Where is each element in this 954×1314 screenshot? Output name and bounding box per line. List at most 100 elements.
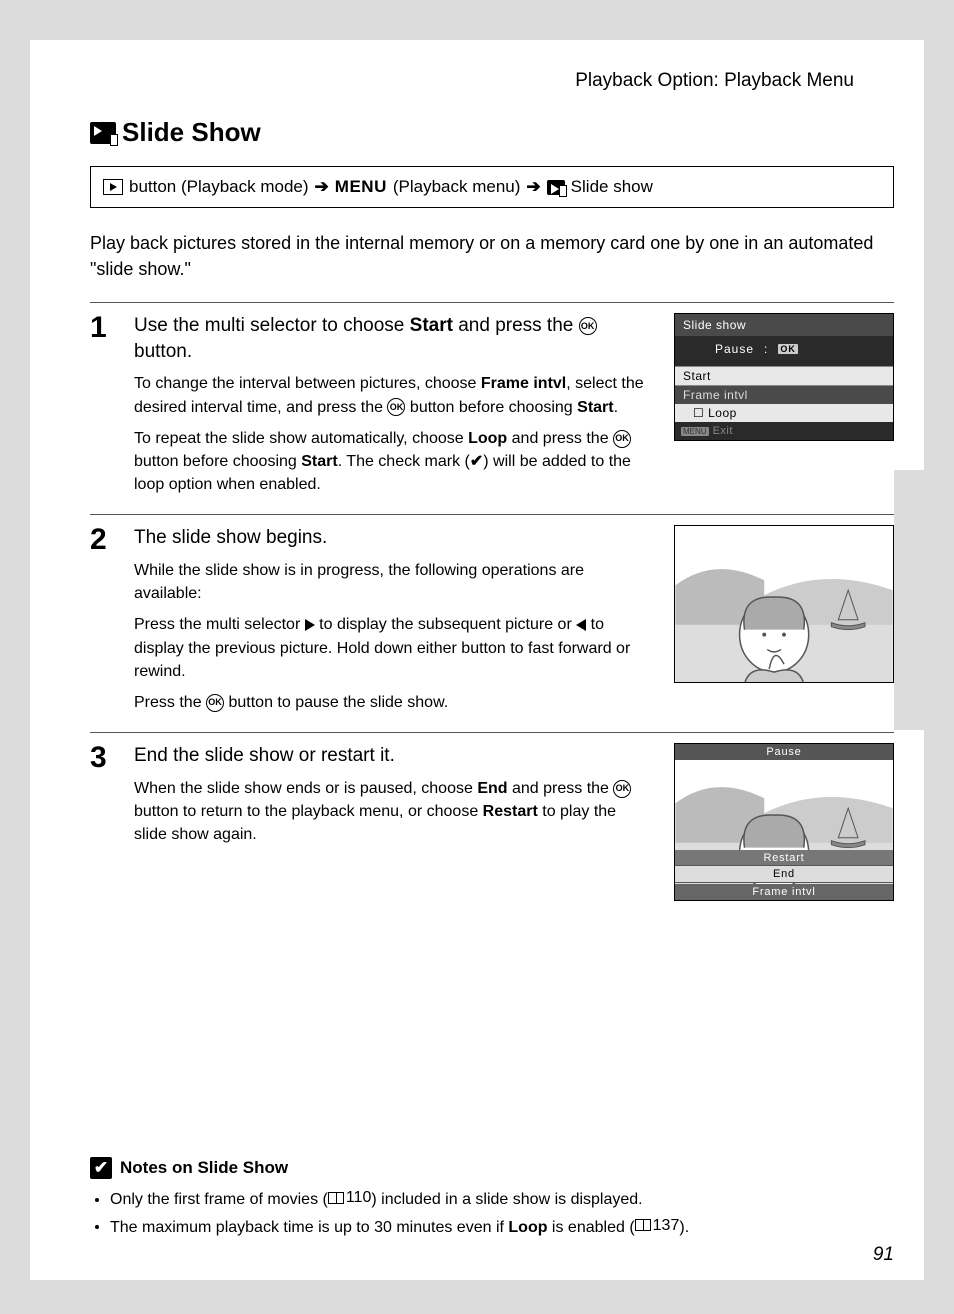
notes-heading: ✔ Notes on Slide Show xyxy=(90,1157,854,1179)
lcd-loop-label: Loop xyxy=(708,406,737,420)
menu-label: MENU xyxy=(335,177,387,197)
text: button to pause the slide show. xyxy=(224,694,448,711)
section-header: Playback Option: Playback Menu xyxy=(90,70,894,92)
separator xyxy=(90,302,894,303)
text: ) included in a slide show is displayed. xyxy=(371,1191,642,1208)
ok-button-icon: OK xyxy=(206,694,224,712)
arrow-icon: ➔ xyxy=(526,177,540,197)
left-arrow-icon xyxy=(576,619,586,631)
text: . xyxy=(614,399,618,416)
lcd-restart-row: Restart xyxy=(675,850,893,866)
breadcrumb-part3: Slide show xyxy=(571,177,653,197)
text: button to return to the playback menu, o… xyxy=(134,803,483,820)
step-1: 1 Use the multi selector to choose Start… xyxy=(90,313,894,504)
arrow-icon: ➔ xyxy=(315,177,329,197)
page-ref: 110 xyxy=(328,1185,372,1211)
intro-text: Play back pictures stored in the interna… xyxy=(90,230,894,282)
ok-button-icon: OK xyxy=(613,780,631,798)
notes-section: ✔ Notes on Slide Show Only the first fra… xyxy=(90,1157,854,1240)
lcd-end-row: End xyxy=(675,865,893,883)
ref-number: 110 xyxy=(346,1185,372,1211)
lcd-pause-label: Pause xyxy=(715,342,754,356)
text: button. xyxy=(134,341,192,362)
step-heading: Use the multi selector to choose Start a… xyxy=(134,313,648,364)
illustration-slideshow xyxy=(674,525,894,683)
text-bold: Start xyxy=(577,399,613,416)
text: button before choosing xyxy=(405,399,577,416)
lcd-frame-intvl-row: Frame intvl xyxy=(675,884,893,900)
text: To repeat the slide show automatically, … xyxy=(134,430,468,447)
text: To change the interval between pictures,… xyxy=(134,375,481,392)
text-bold: Frame intvl xyxy=(481,375,566,392)
side-tab xyxy=(894,470,924,730)
page-title: Slide Show xyxy=(90,117,894,148)
step-paragraph: To repeat the slide show automatically, … xyxy=(134,427,648,497)
step-paragraph: Press the multi selector to display the … xyxy=(134,613,648,683)
step-3: 3 End the slide show or restart it. When… xyxy=(90,743,894,901)
step-heading: End the slide show or restart it. xyxy=(134,743,648,769)
ok-chip-icon: OK xyxy=(778,344,798,354)
text: and press the xyxy=(507,430,613,447)
text: The maximum playback time is up to 30 mi… xyxy=(110,1218,508,1235)
page-number: 91 xyxy=(873,1244,894,1266)
lcd-row-start: Start xyxy=(675,366,893,386)
illustration-pause-menu: Pause Restart End Frame intvl xyxy=(674,743,894,901)
slideshow-icon xyxy=(547,180,565,195)
text-bold: End xyxy=(477,780,507,797)
slideshow-icon xyxy=(90,122,116,144)
text-bold: Restart xyxy=(483,803,538,820)
lcd-row-loop: ☐ Loop xyxy=(675,404,893,422)
title-text: Slide Show xyxy=(122,117,261,148)
text: Only the first frame of movies ( xyxy=(110,1191,328,1208)
separator xyxy=(90,732,894,733)
menu-chip-icon: MENU xyxy=(681,427,709,436)
step-2: 2 The slide show begins. While the slide… xyxy=(90,525,894,722)
step-number: 1 xyxy=(90,313,120,504)
note-item: The maximum playback time is up to 30 mi… xyxy=(110,1213,854,1240)
text-bold: Loop xyxy=(508,1218,547,1235)
step-body: Use the multi selector to choose Start a… xyxy=(134,313,648,504)
lcd-screenshot-1: Slide show Pause : OK Start Frame intvl … xyxy=(674,313,894,504)
lcd-row-exit: MENU Exit xyxy=(675,422,893,440)
warning-icon: ✔ xyxy=(90,1157,112,1179)
lcd-pause-row: Pause : OK xyxy=(675,336,893,366)
step-paragraph: When the slide show ends or is paused, c… xyxy=(134,777,648,847)
manual-page: Playback Option: Playback Menu Slide Sho… xyxy=(30,40,924,1280)
text: is enabled ( xyxy=(547,1218,634,1235)
breadcrumb-part2: (Playback menu) xyxy=(393,177,521,197)
check-icon: ✔ xyxy=(470,453,483,470)
step-number: 2 xyxy=(90,525,120,722)
lcd-row-frame-intvl: Frame intvl xyxy=(675,386,893,404)
text: to display the subsequent picture or xyxy=(315,616,577,633)
text: and press the xyxy=(453,315,579,336)
ref-number: 137 xyxy=(653,1213,680,1239)
separator xyxy=(90,514,894,515)
step-number: 3 xyxy=(90,743,120,901)
lcd-exit-label: Exit xyxy=(713,425,733,437)
text: When the slide show ends or is paused, c… xyxy=(134,780,477,797)
text: . The check mark ( xyxy=(338,453,470,470)
book-icon xyxy=(328,1192,344,1204)
step-paragraph: While the slide show is in progress, the… xyxy=(134,559,648,605)
text: Use the multi selector to choose xyxy=(134,315,410,336)
lcd-pause-bar: Pause xyxy=(675,744,893,760)
text-bold: Start xyxy=(301,453,337,470)
ok-button-icon: OK xyxy=(613,430,631,448)
right-arrow-icon xyxy=(305,619,315,631)
notes-heading-text: Notes on Slide Show xyxy=(120,1158,288,1178)
step-heading: The slide show begins. xyxy=(134,525,648,551)
note-item: Only the first frame of movies ( 110) in… xyxy=(110,1185,854,1212)
breadcrumb-part1: button (Playback mode) xyxy=(129,177,309,197)
breadcrumb: button (Playback mode) ➔ MENU (Playback … xyxy=(90,166,894,208)
text: Press the multi selector xyxy=(134,616,305,633)
lcd-title: Slide show xyxy=(675,314,893,336)
text: and press the xyxy=(508,780,614,797)
text: Press the xyxy=(134,694,206,711)
ok-button-icon: OK xyxy=(387,398,405,416)
page-ref: 137 xyxy=(635,1213,680,1239)
text-bold: Loop xyxy=(468,430,507,447)
text: ). xyxy=(679,1218,689,1235)
playback-button-icon xyxy=(103,179,123,195)
step-body: End the slide show or restart it. When t… xyxy=(134,743,648,901)
book-icon xyxy=(635,1219,651,1231)
